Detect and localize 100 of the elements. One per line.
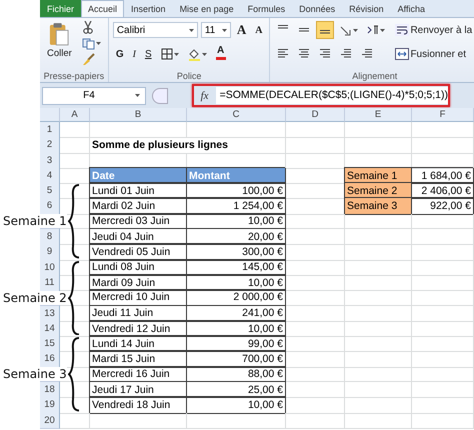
row-header[interactable]: 10	[40, 260, 60, 276]
empty-cell	[345, 229, 412, 246]
sheet-title: Somme de plusieurs lignes	[90, 137, 286, 154]
row-header[interactable]: 18	[40, 382, 60, 398]
empty-cell	[412, 320, 474, 338]
row-header[interactable]: 8	[40, 229, 60, 246]
table-cell: 1 254,00 €	[187, 198, 286, 215]
row-header[interactable]: 16	[40, 351, 60, 368]
table-cell: Mercredi 10 Juin	[90, 290, 187, 306]
align-left-icon	[277, 49, 290, 59]
row-header[interactable]: 9	[40, 244, 60, 261]
table-cell: 300,00 €	[187, 244, 286, 261]
resize-handle[interactable]	[152, 88, 168, 104]
table-cell: Lundi 08 Juin	[90, 260, 187, 276]
row-header[interactable]: 6	[40, 198, 60, 215]
table-cell: Mardi 15 Juin	[90, 351, 187, 368]
table-cell: Jeudi 04 Juin	[90, 229, 187, 246]
empty-cell	[286, 260, 345, 276]
empty-cell	[412, 290, 474, 306]
empty-cell	[286, 336, 345, 352]
column-header[interactable]: E	[345, 108, 412, 122]
table-cell: Vendredi 12 Juin	[90, 320, 187, 338]
italic-button[interactable]: I	[130, 45, 139, 63]
merge-button[interactable]: Fusionner et	[392, 45, 470, 63]
bold-button[interactable]: G	[112, 45, 127, 63]
caret-icon	[222, 28, 227, 32]
row-header[interactable]: 13	[40, 306, 60, 322]
week-annotation: Semaine 1	[3, 214, 67, 228]
vertical-align-button[interactable]	[316, 21, 334, 39]
row-header[interactable]: 19	[40, 397, 60, 414]
group-label: Alignement	[352, 71, 398, 82]
ribbon-tab[interactable]: Données	[292, 0, 342, 17]
row-header[interactable]: 1	[40, 122, 60, 138]
name-box[interactable]: F4	[42, 86, 146, 104]
font-field[interactable]: Calibri	[112, 22, 198, 38]
ribbon-tab[interactable]: Révision	[342, 0, 391, 17]
empty-cell	[345, 260, 412, 276]
table-cell: 25,00 €	[187, 382, 286, 398]
align-bottom-icon	[319, 30, 332, 35]
label-cell: Semaine 3	[345, 198, 412, 215]
empty-cell	[412, 382, 474, 398]
align-top-icon	[277, 25, 290, 30]
empty-cell	[412, 336, 474, 352]
align-right-icon	[319, 49, 332, 59]
empty-cell	[345, 306, 412, 322]
ribbon-tab[interactable]: Mise en page	[172, 0, 241, 17]
group-label: Police	[176, 71, 202, 82]
shrink-font-button[interactable]: A	[252, 21, 266, 39]
formula-field[interactable]: =SOMME(DECALER($C$5;(LIGNE()-4)*5;0;5;1))	[216, 87, 448, 104]
row-header[interactable]: 20	[40, 412, 60, 429]
caret-icon	[134, 94, 140, 97]
font-color-button[interactable]: A	[212, 45, 229, 63]
table-cell: 88,00 €	[187, 366, 286, 382]
ribbon-tab[interactable]: Formules	[240, 0, 292, 17]
empty-cell	[286, 152, 345, 169]
ribbon-tab[interactable]: Insertion	[124, 0, 173, 17]
empty-cell	[345, 214, 412, 230]
empty-cell	[345, 320, 412, 338]
empty-cell	[412, 397, 474, 414]
column-header[interactable]: D	[286, 108, 345, 122]
empty-cell	[345, 274, 412, 292]
empty-cell	[412, 412, 474, 429]
font-size-field[interactable]: 11	[200, 22, 231, 38]
border-icon	[160, 48, 173, 60]
empty-cell	[345, 382, 412, 398]
header-cell: Montant	[187, 168, 286, 184]
row-header[interactable]: 5	[40, 183, 60, 200]
empty-cell	[286, 122, 345, 138]
column-header[interactable]: A	[60, 108, 90, 122]
empty-cell	[286, 397, 345, 414]
empty-cell	[286, 351, 345, 368]
empty-cell	[345, 244, 412, 261]
empty-cell	[412, 366, 474, 382]
column-header[interactable]: B	[90, 108, 187, 122]
table-cell: Lundi 01 Juin	[90, 183, 187, 200]
group-label: Presse-papiers	[44, 71, 104, 82]
table-cell: 2 000,00 €	[187, 290, 286, 306]
indent-icon	[361, 49, 374, 59]
clipboard-icon	[49, 22, 70, 46]
brush-icon	[82, 53, 95, 66]
empty-cell	[345, 336, 412, 352]
caret-icon	[96, 42, 101, 45]
angled-text-icon	[340, 24, 352, 36]
empty-cell	[286, 382, 345, 398]
row-header[interactable]: 3	[40, 152, 60, 169]
align-middle-icon	[298, 28, 310, 32]
column-header[interactable]: F	[412, 108, 474, 122]
row-header[interactable]: 15	[40, 336, 60, 352]
empty-cell	[345, 290, 412, 306]
grow-font-button[interactable]: A	[234, 21, 250, 39]
insert-function-button[interactable]: fx	[198, 86, 212, 104]
row-header[interactable]: 2	[40, 137, 60, 154]
wrap-text-button[interactable]: Renvoyer à la	[392, 21, 474, 39]
ribbon-tab[interactable]: Accueil	[81, 0, 124, 17]
underline-button[interactable]: S	[142, 45, 155, 63]
ribbon-tab[interactable]: Afficha	[390, 0, 432, 17]
column-header[interactable]: C	[187, 108, 286, 122]
empty-cell	[286, 290, 345, 306]
paste-button[interactable]: Coller	[44, 20, 75, 66]
file-tab[interactable]: Fichier	[40, 0, 82, 17]
